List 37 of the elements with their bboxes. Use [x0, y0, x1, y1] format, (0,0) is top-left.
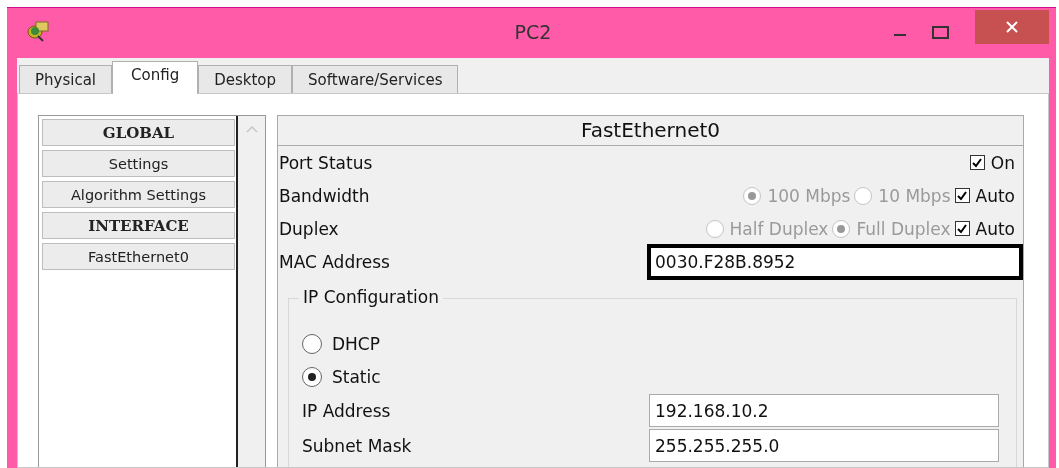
text-field[interactable]: 192.168.10.2: [649, 394, 999, 427]
field-label: Duplex: [279, 218, 339, 239]
section-header: INTERFACE: [42, 212, 235, 239]
option-label: DHCP: [332, 333, 380, 354]
window-title: PC2: [513, 21, 553, 43]
field-label: Bandwidth: [279, 185, 370, 206]
close-icon[interactable]: [1006, 21, 1018, 33]
option-label: 100 Mbps: [767, 185, 851, 206]
option-label: 10 Mbps: [878, 185, 951, 206]
radio-button[interactable]: [302, 333, 322, 354]
tab[interactable]: Config: [112, 61, 199, 94]
group-title: IP Configuration: [299, 287, 443, 307]
field-label: Subnet Mask: [302, 435, 412, 456]
sidebar-item[interactable]: FastEthernet0: [42, 243, 235, 270]
field-label: Port Status: [279, 152, 373, 173]
option-label: Auto: [975, 185, 1015, 206]
text-field[interactable]: 255.255.255.0: [649, 429, 999, 462]
field-label: MAC Address: [279, 251, 390, 272]
radio-button[interactable]: [302, 366, 322, 387]
app-icon: [26, 19, 50, 43]
field-label: IP Address: [302, 400, 391, 421]
panel-title: FastEthernet0: [278, 116, 1023, 146]
tab[interactable]: Software/Services: [292, 65, 459, 93]
option-label: Full Duplex: [856, 218, 951, 239]
tab[interactable]: Desktop: [198, 65, 293, 93]
mac-address-field[interactable]: 0030.F28B.8952: [647, 243, 1023, 280]
close-button[interactable]: [975, 10, 1049, 44]
option-label: Half Duplex: [729, 218, 829, 239]
sidebar-item[interactable]: Settings: [42, 150, 235, 177]
option-label: Static: [332, 366, 381, 387]
option-label: On: [990, 152, 1015, 173]
section-header: GLOBAL: [42, 119, 235, 146]
option-label: Auto: [975, 218, 1015, 239]
maximize-icon[interactable]: [932, 26, 949, 39]
scrollbar[interactable]: [238, 116, 265, 467]
tab[interactable]: Physical: [19, 65, 113, 93]
sidebar-item[interactable]: Algorithm Settings: [42, 181, 235, 208]
